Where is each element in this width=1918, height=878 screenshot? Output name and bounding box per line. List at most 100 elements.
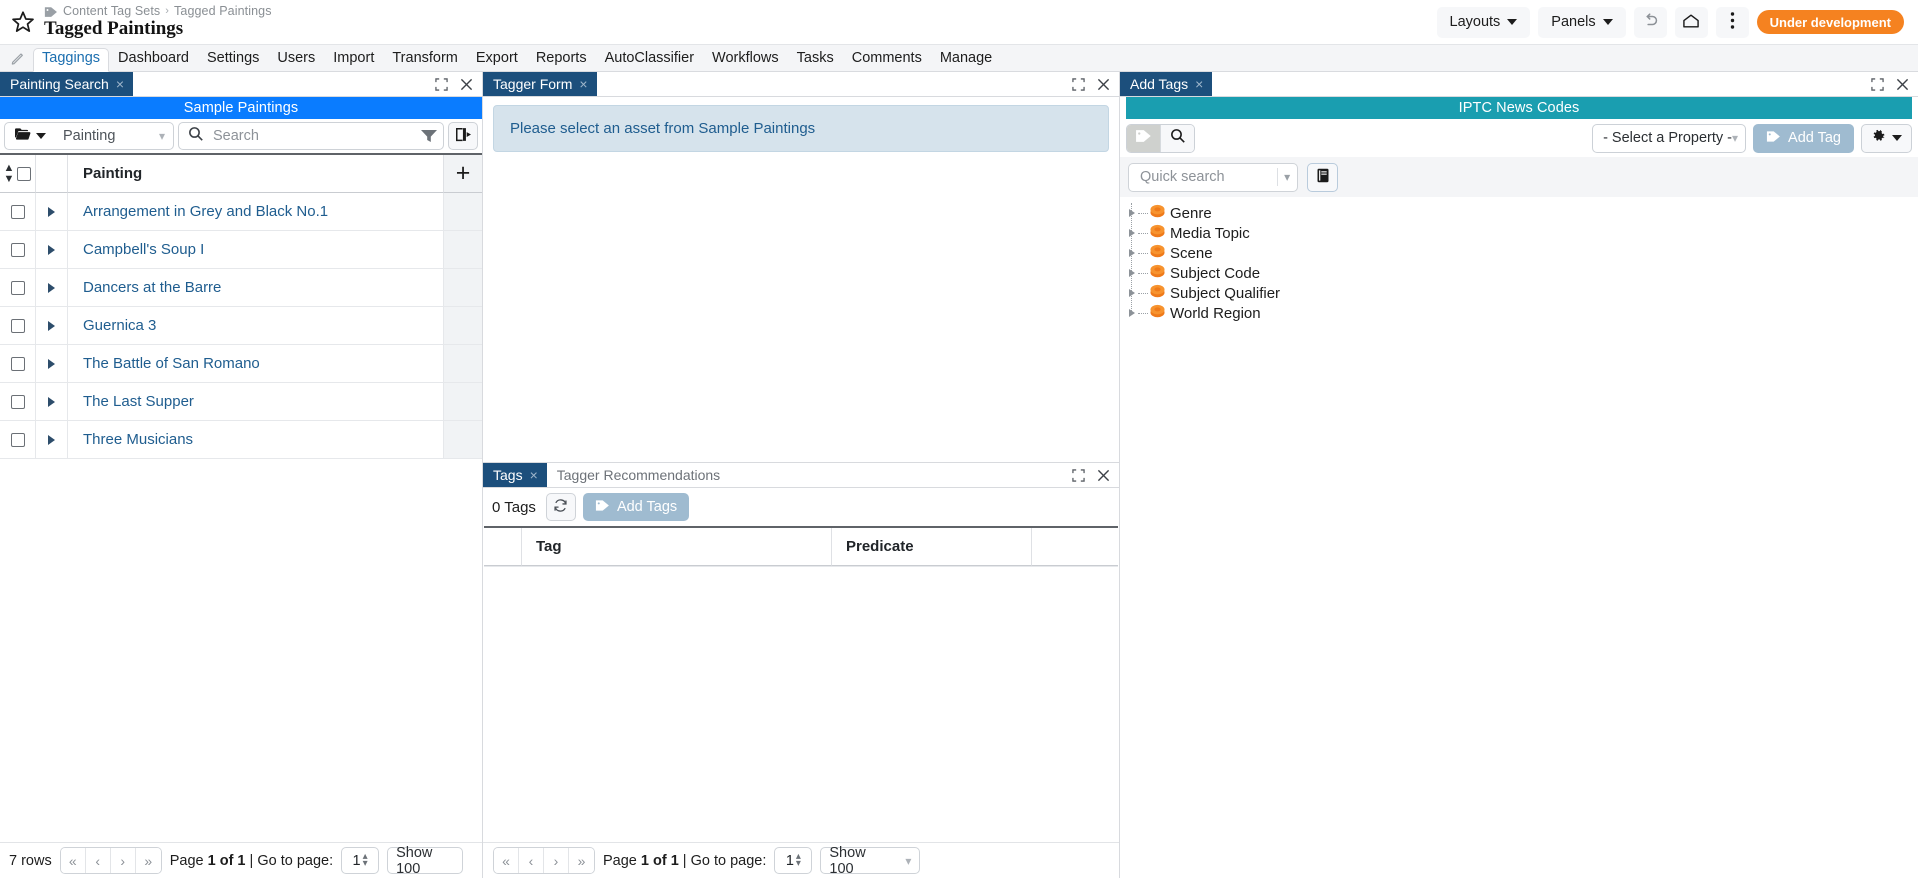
search-mode-button[interactable] <box>1160 125 1194 152</box>
row-checkbox-cell[interactable] <box>0 231 36 268</box>
add-column-button[interactable]: + <box>444 155 482 193</box>
chevron-right-icon[interactable] <box>1129 269 1135 277</box>
row-checkbox-cell[interactable] <box>0 345 36 382</box>
tree-node-label[interactable]: Subject Qualifier <box>1167 285 1280 302</box>
tab-tags[interactable]: Tags × <box>483 463 547 487</box>
menu-item-manage[interactable]: Manage <box>931 48 1001 71</box>
expand-icon[interactable] <box>1072 78 1085 91</box>
table-row[interactable]: The Battle of San Romano <box>0 345 482 383</box>
tab-painting-search[interactable]: Painting Search × <box>0 72 133 96</box>
chevron-right-icon[interactable] <box>1129 309 1135 317</box>
chevron-down-icon[interactable]: ▾ <box>1279 170 1295 184</box>
select-all-header[interactable]: ▲▼ <box>0 155 36 193</box>
last-page-button[interactable]: » <box>569 848 594 873</box>
row-checkbox[interactable] <box>11 357 25 371</box>
row-expand-cell[interactable] <box>36 269 68 306</box>
type-select[interactable]: Painting ▾ <box>55 128 173 144</box>
property-select[interactable]: - Select a Property - ▾ <box>1592 124 1746 153</box>
folder-dropdown-button[interactable] <box>5 127 55 145</box>
first-page-button[interactable]: « <box>494 848 519 873</box>
filter-icon[interactable] <box>415 129 437 143</box>
row-expand-cell[interactable] <box>36 307 68 344</box>
spinner-icon[interactable]: ▴▾ <box>796 854 801 866</box>
undo-button[interactable] <box>1634 7 1667 38</box>
table-row[interactable]: Guernica 3 <box>0 307 482 345</box>
painting-name-link[interactable]: Dancers at the Barre <box>68 269 444 306</box>
close-icon[interactable]: × <box>530 468 538 482</box>
tree-node-label[interactable]: Media Topic <box>1167 225 1250 242</box>
close-icon[interactable] <box>460 78 473 91</box>
panels-button[interactable]: Panels <box>1538 7 1625 38</box>
spinner-icon[interactable]: ▴▾ <box>363 854 368 866</box>
close-icon[interactable]: × <box>116 77 124 91</box>
more-options-button[interactable] <box>1716 7 1749 38</box>
menu-item-import[interactable]: Import <box>324 48 383 71</box>
row-expand-cell[interactable] <box>36 231 68 268</box>
breadcrumb-item-1[interactable]: Tagged Paintings <box>174 5 272 18</box>
tree-node-label[interactable]: World Region <box>1167 305 1261 322</box>
menu-item-comments[interactable]: Comments <box>843 48 931 71</box>
dictionary-button[interactable] <box>1307 163 1338 192</box>
painting-name-link[interactable]: Campbell's Soup I <box>68 231 444 268</box>
first-page-button[interactable]: « <box>61 848 86 873</box>
page-size-select[interactable]: Show 100 ▾ <box>820 847 920 874</box>
sort-icon[interactable]: ▲▼ <box>4 163 15 185</box>
tree-node[interactable]: Media Topic <box>1128 223 1918 243</box>
expand-icon[interactable] <box>1072 469 1085 482</box>
close-icon[interactable]: × <box>1195 77 1203 91</box>
select-all-checkbox[interactable] <box>17 167 31 181</box>
chevron-right-icon[interactable] <box>48 435 55 445</box>
chevron-right-icon[interactable] <box>48 321 55 331</box>
close-icon[interactable] <box>1097 469 1110 482</box>
chevron-right-icon[interactable] <box>48 397 55 407</box>
last-page-button[interactable]: » <box>136 848 161 873</box>
menu-item-reports[interactable]: Reports <box>527 48 596 71</box>
tree-expand-toggle[interactable] <box>1128 203 1148 223</box>
menu-item-export[interactable]: Export <box>467 48 527 71</box>
menu-item-transform[interactable]: Transform <box>383 48 467 71</box>
tree-node-label[interactable]: Subject Code <box>1167 265 1260 282</box>
chevron-right-icon[interactable] <box>48 283 55 293</box>
row-expand-cell[interactable] <box>36 421 68 458</box>
expand-icon[interactable] <box>435 78 448 91</box>
chevron-right-icon[interactable] <box>1129 289 1135 297</box>
expand-icon[interactable] <box>1871 78 1884 91</box>
tree-node[interactable]: World Region <box>1128 303 1918 323</box>
row-checkbox-cell[interactable] <box>0 383 36 420</box>
tree-expand-toggle[interactable] <box>1128 303 1148 323</box>
pencil-icon[interactable] <box>10 50 26 66</box>
column-header-painting[interactable]: Painting <box>68 155 444 193</box>
menu-item-autoclassifier[interactable]: AutoClassifier <box>596 48 703 71</box>
table-row[interactable]: Three Musicians <box>0 421 482 459</box>
row-checkbox[interactable] <box>11 319 25 333</box>
row-checkbox[interactable] <box>11 395 25 409</box>
chevron-right-icon[interactable] <box>1129 229 1135 237</box>
row-checkbox[interactable] <box>11 243 25 257</box>
close-icon[interactable]: × <box>579 77 587 91</box>
row-expand-cell[interactable] <box>36 345 68 382</box>
menu-item-taggings[interactable]: Taggings <box>33 48 109 72</box>
row-checkbox-cell[interactable] <box>0 193 36 230</box>
tree-node[interactable]: Genre <box>1128 203 1918 223</box>
tab-tagger-form[interactable]: Tagger Form × <box>483 72 597 96</box>
table-row[interactable]: Arrangement in Grey and Black No.1 <box>0 193 482 231</box>
tab-tagger-recommendations[interactable]: Tagger Recommendations <box>547 463 729 487</box>
tree-expand-toggle[interactable] <box>1128 263 1148 283</box>
painting-name-link[interactable]: Arrangement in Grey and Black No.1 <box>68 193 444 230</box>
table-row[interactable]: The Last Supper <box>0 383 482 421</box>
prev-page-button[interactable]: ‹ <box>519 848 544 873</box>
settings-dropdown-button[interactable] <box>1861 124 1912 153</box>
painting-name-link[interactable]: The Battle of San Romano <box>68 345 444 382</box>
add-tags-button[interactable]: Add Tags <box>583 493 689 521</box>
tree-node[interactable]: Scene <box>1128 243 1918 263</box>
tree-node-label[interactable]: Scene <box>1167 245 1213 262</box>
menu-item-dashboard[interactable]: Dashboard <box>109 48 198 71</box>
row-checkbox-cell[interactable] <box>0 269 36 306</box>
chevron-right-icon[interactable] <box>1129 209 1135 217</box>
column-header-tag[interactable]: Tag <box>522 528 832 566</box>
export-button[interactable] <box>448 122 478 150</box>
menu-item-workflows[interactable]: Workflows <box>703 48 788 71</box>
chevron-right-icon[interactable] <box>48 359 55 369</box>
layouts-button[interactable]: Layouts <box>1437 7 1531 38</box>
quick-search-input[interactable] <box>1138 168 1275 186</box>
